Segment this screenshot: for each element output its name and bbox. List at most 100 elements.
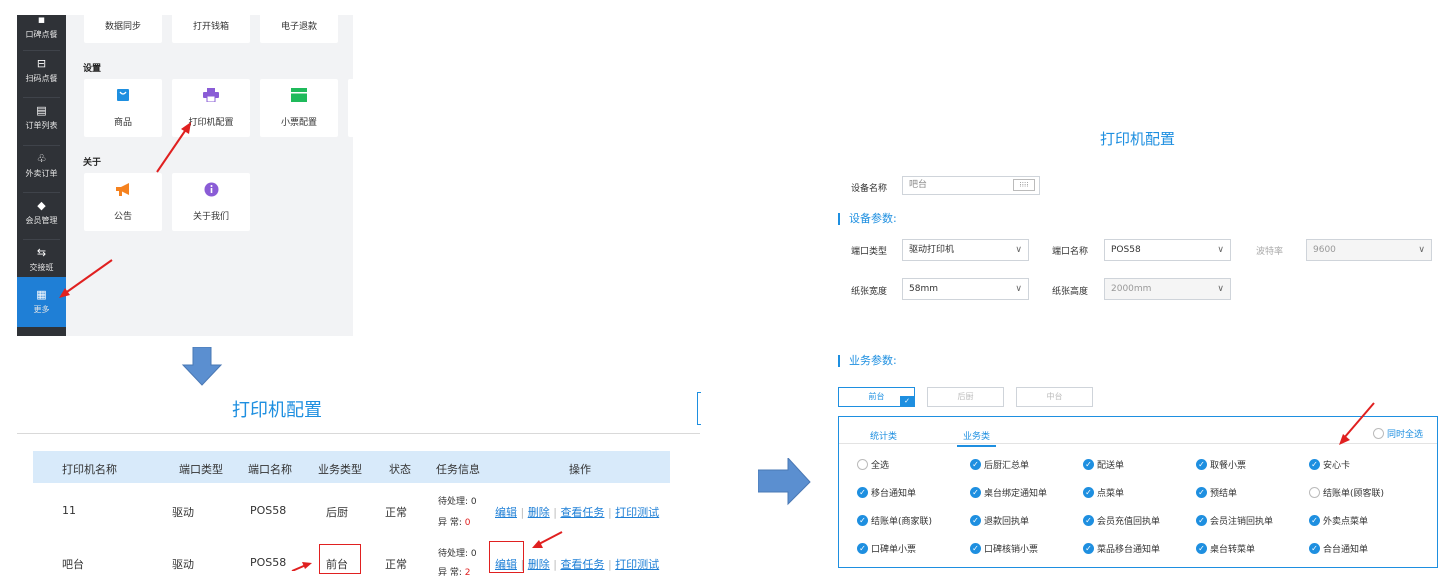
chevron-down-icon: ∨ — [1217, 284, 1224, 294]
opt-kitchen-summary[interactable]: ✓ 后厨汇总单 — [970, 458, 1029, 471]
opt-koubei-verify[interactable]: ✓ 口碑核销小票 — [970, 542, 1038, 555]
opt-member-topup[interactable]: ✓ 会员充值回执单 — [1083, 514, 1160, 527]
opt-bill-customer[interactable]: 结账单(顾客联) — [1309, 486, 1384, 499]
opt-member-cancel[interactable]: ✓ 会员注销回执单 — [1196, 514, 1273, 527]
chevron-down-icon: ∨ — [1217, 245, 1224, 255]
opt-order-menu[interactable]: ✓ 点菜单 — [1083, 486, 1124, 499]
row1-port-type: 驱动 — [172, 506, 194, 519]
col-actions: 操作 — [569, 463, 591, 476]
row1-name: 11 — [62, 504, 76, 517]
opt-merge-table[interactable]: ✓ 合台通知单 — [1309, 542, 1368, 555]
chevron-down-icon: ∨ — [1015, 284, 1022, 294]
cropped-element — [697, 392, 701, 425]
check-icon: ✓ — [1196, 459, 1207, 470]
biz-params-header: 业务参数: — [838, 355, 897, 367]
row2-print-test-link[interactable]: 打印测试 — [615, 558, 659, 571]
col-printer-name: 打印机名称 — [62, 463, 117, 476]
check-icon: ✓ — [970, 459, 981, 470]
col-port-type: 端口类型 — [179, 463, 223, 476]
check-icon: ✓ — [970, 487, 981, 498]
port-type-select[interactable]: 驱动打印机 ∨ — [902, 239, 1029, 261]
chevron-down-icon: ∨ — [1418, 245, 1425, 255]
opt-takeout-menu[interactable]: ✓ 外卖点菜单 — [1309, 514, 1368, 527]
check-icon: ✓ — [857, 487, 868, 498]
baud-select[interactable]: 9600 ∨ — [1306, 239, 1432, 261]
opt-table-transfer[interactable]: ✓ 桌台转菜单 — [1196, 542, 1255, 555]
sub-tab-stats[interactable]: 统计类 — [870, 429, 897, 442]
opt-dish-move[interactable]: ✓ 菜品移台通知单 — [1083, 542, 1160, 555]
check-icon: ✓ — [1309, 543, 1320, 554]
biz-tab-kitchen[interactable]: 后厨 — [927, 387, 1004, 407]
annotation-arrows — [59, 122, 191, 298]
title-divider — [17, 433, 700, 434]
check-icon: ✓ — [1196, 543, 1207, 554]
select-all-right[interactable]: 同时全选 — [1373, 427, 1423, 440]
check-icon: ✓ — [1083, 515, 1094, 526]
panel3-annotation-arrow — [1339, 402, 1375, 445]
port-name-label: 端口名称 — [1052, 247, 1089, 257]
opt-move-table[interactable]: ✓ 移台通知单 — [857, 486, 916, 499]
col-task-info: 任务信息 — [436, 463, 480, 476]
check-icon: ✓ — [970, 543, 981, 554]
sub-tab-business[interactable]: 业务类 — [957, 429, 997, 447]
down-arrow — [181, 347, 223, 386]
printer-list-title: 打印机配置 — [232, 400, 322, 421]
row1-port-name: POS58 — [250, 504, 287, 517]
col-biz-type: 业务类型 — [318, 463, 362, 476]
right-arrow — [758, 458, 811, 506]
check-icon: ✓ — [1309, 459, 1320, 470]
opt-safety-card[interactable]: ✓ 安心卡 — [1309, 458, 1350, 471]
keyboard-icon[interactable]: ⁝⁝⁝⁝ — [1013, 179, 1035, 191]
col-port-name: 端口名称 — [248, 463, 292, 476]
port-type-label: 端口类型 — [851, 247, 888, 257]
check-icon: ✓ — [1083, 459, 1094, 470]
opt-select-all[interactable]: 全选 — [857, 458, 889, 471]
opt-koubei-ticket[interactable]: ✓ 口碑单小票 — [857, 542, 916, 555]
device-params-header: 设备参数: — [838, 213, 897, 225]
biz-tab-middle[interactable]: 中台 — [1016, 387, 1093, 407]
radio-icon — [1309, 487, 1320, 498]
check-icon: ✓ — [1083, 487, 1094, 498]
biz-tab-front[interactable]: 前台 ✓ — [838, 387, 915, 407]
opt-refund-receipt[interactable]: ✓ 退款回执单 — [970, 514, 1029, 527]
row1-edit-link[interactable]: 编辑 — [495, 506, 517, 519]
device-name-input[interactable]: 吧台 ⁝⁝⁝⁝ — [902, 176, 1040, 195]
check-icon: ✓ — [970, 515, 981, 526]
row2-port-name: POS58 — [250, 556, 287, 569]
check-icon: ✓ — [857, 515, 868, 526]
check-corner-icon: ✓ — [900, 396, 914, 406]
row1-error: 异 常: 0 — [438, 518, 471, 528]
check-icon: ✓ — [1196, 515, 1207, 526]
paper-width-select[interactable]: 58mm ∨ — [902, 278, 1029, 300]
config-title: 打印机配置 — [1100, 130, 1176, 148]
radio-icon — [857, 459, 868, 470]
paper-width-label: 纸张宽度 — [851, 287, 888, 297]
opt-table-bind[interactable]: ✓ 桌台绑定通知单 — [970, 486, 1047, 499]
port-name-select[interactable]: POS58 ∨ — [1104, 239, 1231, 261]
paper-height-select[interactable]: 2000mm ∨ — [1104, 278, 1231, 300]
device-name-label: 设备名称 — [851, 184, 888, 194]
col-status: 状态 — [389, 463, 411, 476]
more-page-panel: ▪ 口碑点餐 ⊟ 扫码点餐 ▤ 订单列表 ♧ 外卖订单 ◆ 会员管理 ⇆ 交接班… — [17, 15, 353, 336]
row2-name: 吧台 — [62, 558, 84, 571]
row1-print-test-link[interactable]: 打印测试 — [615, 506, 659, 519]
chevron-down-icon: ∨ — [1015, 245, 1022, 255]
opt-bill-merchant[interactable]: ✓ 结账单(商家联) — [857, 514, 932, 527]
opt-pre-bill[interactable]: ✓ 预结单 — [1196, 486, 1237, 499]
row1-pending: 待处理: 0 — [438, 497, 477, 507]
opt-pickup-ticket[interactable]: ✓ 取餐小票 — [1196, 458, 1246, 471]
row1-view-tasks-link[interactable]: 查看任务 — [560, 506, 604, 519]
row1-status: 正常 — [385, 506, 407, 519]
opt-delivery[interactable]: ✓ 配送单 — [1083, 458, 1124, 471]
check-icon: ✓ — [1309, 515, 1320, 526]
row1-biz-type: 后厨 — [326, 506, 348, 519]
row2-port-type: 驱动 — [172, 558, 194, 571]
check-icon: ✓ — [1196, 487, 1207, 498]
row1-actions: 编辑 | 删除 | 查看任务 | 打印测试 — [495, 506, 660, 519]
row1-delete-link[interactable]: 删除 — [528, 506, 550, 519]
paper-height-label: 纸张高度 — [1052, 287, 1089, 297]
check-icon: ✓ — [1083, 543, 1094, 554]
check-icon: ✓ — [857, 543, 868, 554]
baud-label: 波特率 — [1256, 247, 1284, 257]
panel2-annotation-arrows — [291, 531, 563, 571]
